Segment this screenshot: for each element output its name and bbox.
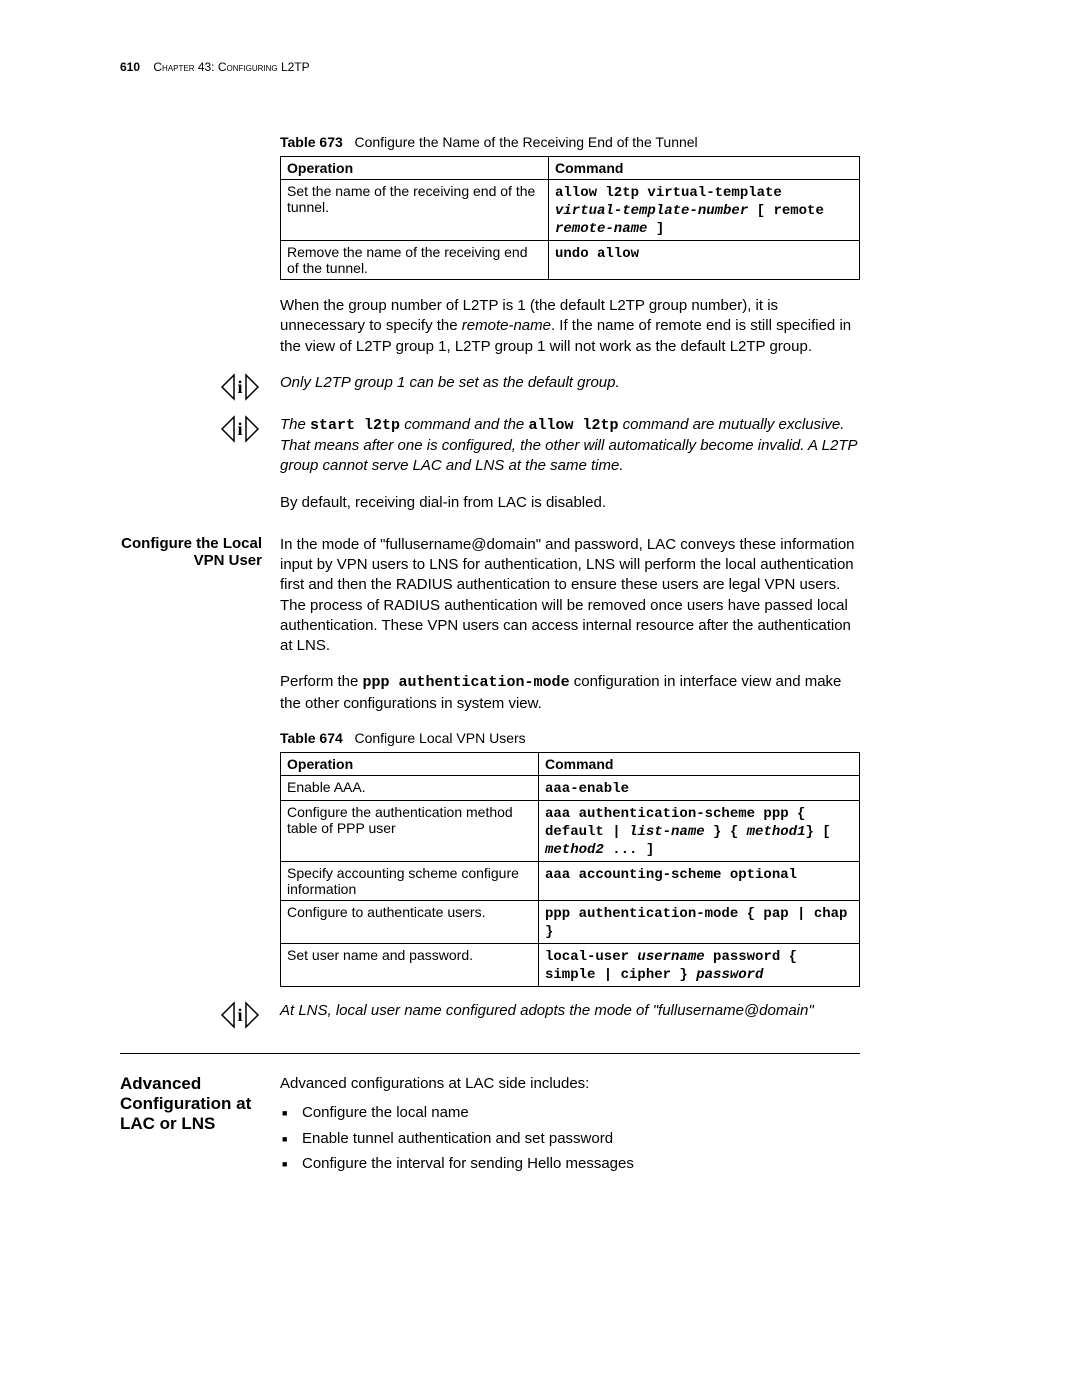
note-text: The start l2tp command and the allow l2t…	[280, 415, 860, 477]
note-text: At LNS, local user name configured adopt…	[280, 1001, 860, 1021]
list-item: Configure the interval for sending Hello…	[280, 1151, 990, 1177]
divider	[120, 1053, 860, 1054]
svg-text:i: i	[237, 419, 242, 439]
section-heading: Configure the Local VPN User	[120, 535, 280, 569]
table-title: Configure the Name of the Receiving End …	[354, 134, 697, 150]
table-673: Operation Command Set the name of the re…	[280, 156, 860, 280]
col-operation: Operation	[281, 752, 539, 775]
note-text: Only L2TP group 1 can be set as the defa…	[280, 373, 860, 393]
list-item: Enable tunnel authentication and set pas…	[280, 1126, 990, 1152]
paragraph: When the group number of L2TP is 1 (the …	[280, 296, 860, 357]
table-caption-673: Table 673 Configure the Name of the Rece…	[280, 134, 990, 150]
table-674: Operation Command Enable AAA. aaa-enable…	[280, 752, 860, 987]
table-caption-674: Table 674 Configure Local VPN Users	[280, 730, 990, 746]
info-icon: i	[220, 1001, 264, 1029]
col-operation: Operation	[281, 157, 549, 180]
table-row: Set user name and password. local-user u…	[281, 943, 860, 986]
svg-text:i: i	[237, 1005, 242, 1025]
col-command: Command	[539, 752, 860, 775]
table-row: Set the name of the receiving end of the…	[281, 180, 860, 241]
cell-operation: Set the name of the receiving end of the…	[281, 180, 549, 241]
paragraph: Advanced configurations at LAC side incl…	[280, 1074, 860, 1094]
table-row: Configure to authenticate users. ppp aut…	[281, 900, 860, 943]
bullet-list: Configure the local name Enable tunnel a…	[280, 1100, 990, 1177]
cell-command: allow l2tp virtual-template virtual-temp…	[549, 180, 860, 241]
page-number: 610	[120, 60, 140, 74]
svg-text:i: i	[237, 377, 242, 397]
col-command: Command	[549, 157, 860, 180]
page: 610 Chapter 43: Configuring L2TP Table 6…	[0, 0, 1080, 1397]
paragraph: By default, receiving dial-in from LAC i…	[280, 493, 860, 513]
list-item: Configure the local name	[280, 1100, 990, 1126]
table-label: Table 673	[280, 134, 343, 150]
cell-command: undo allow	[549, 241, 860, 280]
table-row: Specify accounting scheme configure info…	[281, 861, 860, 900]
paragraph: Perform the ppp authentication-mode conf…	[280, 672, 860, 714]
table-row: Configure the authentication method tabl…	[281, 800, 860, 861]
info-icon: i	[220, 415, 264, 443]
table-label: Table 674	[280, 730, 343, 746]
table-row: Remove the name of the receiving end of …	[281, 241, 860, 280]
info-icon: i	[220, 373, 264, 401]
page-header: 610 Chapter 43: Configuring L2TP	[120, 60, 990, 74]
table-row: Enable AAA. aaa-enable	[281, 775, 860, 800]
table-title: Configure Local VPN Users	[354, 730, 525, 746]
section-heading: Advanced Configuration at LAC or LNS	[120, 1074, 280, 1134]
cell-operation: Remove the name of the receiving end of …	[281, 241, 549, 280]
paragraph: In the mode of "fullusername@domain" and…	[280, 535, 860, 657]
chapter-label: Chapter 43: Configuring L2TP	[153, 60, 309, 74]
